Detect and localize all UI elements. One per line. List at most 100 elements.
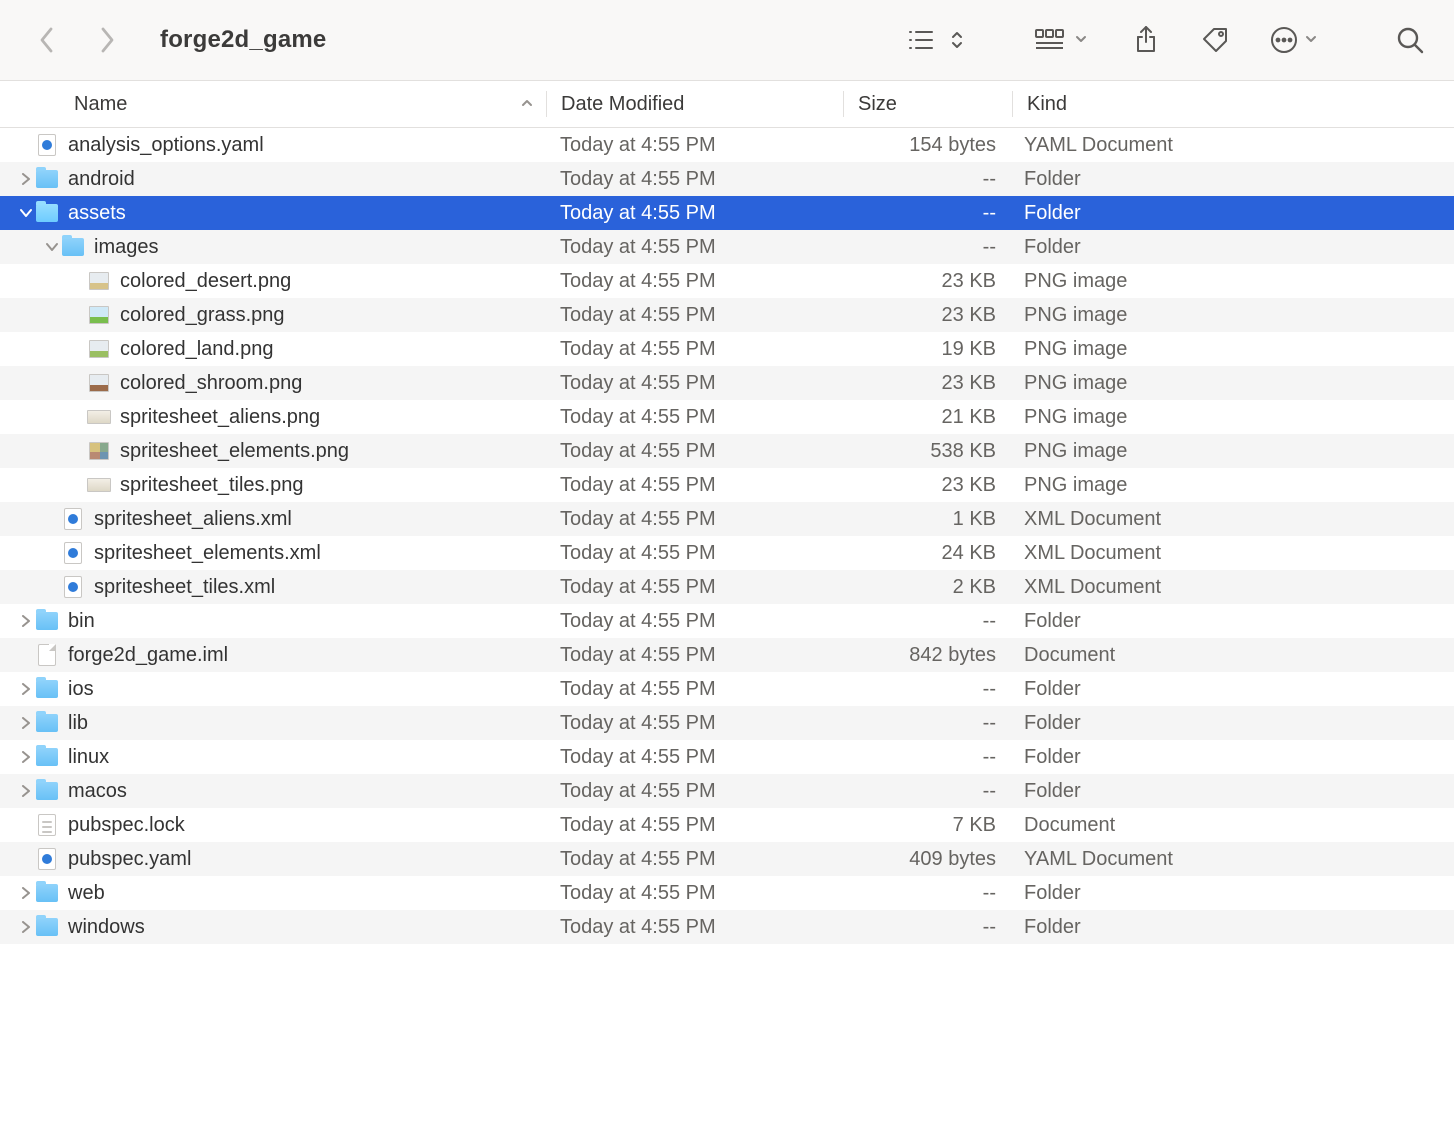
column-header-kind[interactable]: Kind	[1013, 93, 1454, 116]
toolbar: forge2d_game	[0, 0, 1454, 80]
list-item[interactable]: androidToday at 4:55 PM--Folder	[0, 162, 1454, 196]
folder-icon	[34, 609, 60, 633]
list-item[interactable]: spritesheet_tiles.xmlToday at 4:55 PM2 K…	[0, 570, 1454, 604]
list-item[interactable]: colored_grass.pngToday at 4:55 PM23 KBPN…	[0, 298, 1454, 332]
file-name: spritesheet_tiles.xml	[94, 570, 275, 604]
file-kind: PNG image	[1010, 434, 1454, 468]
folder-icon	[34, 915, 60, 939]
sort-ascending-icon	[520, 93, 534, 116]
file-size: 538 KB	[842, 434, 1010, 468]
list-item[interactable]: spritesheet_aliens.xmlToday at 4:55 PM1 …	[0, 502, 1454, 536]
column-header-date[interactable]: Date Modified	[547, 93, 843, 116]
folder-icon	[34, 779, 60, 803]
list-item[interactable]: spritesheet_elements.xmlToday at 4:55 PM…	[0, 536, 1454, 570]
window-title: forge2d_game	[160, 26, 326, 54]
file-size: --	[842, 162, 1010, 196]
column-header-name[interactable]: Name	[0, 93, 546, 116]
search-button[interactable]	[1396, 20, 1424, 60]
file-size: --	[842, 774, 1010, 808]
disclosure-triangle[interactable]	[18, 173, 34, 185]
list-item[interactable]: forge2d_game.imlToday at 4:55 PM842 byte…	[0, 638, 1454, 672]
group-by-button[interactable]	[1034, 20, 1088, 60]
list-item[interactable]: macosToday at 4:55 PM--Folder	[0, 774, 1454, 808]
file-kind: Folder	[1010, 672, 1454, 706]
list-item[interactable]: pubspec.lockToday at 4:55 PM7 KBDocument	[0, 808, 1454, 842]
settings-document-icon	[34, 133, 60, 157]
column-headers: Name Date Modified Size Kind	[0, 80, 1454, 128]
file-name: android	[68, 162, 135, 196]
folder-icon	[34, 167, 60, 191]
settings-document-icon	[60, 507, 86, 531]
date-modified: Today at 4:55 PM	[546, 298, 842, 332]
column-header-size[interactable]: Size	[844, 93, 1012, 116]
share-button[interactable]	[1132, 20, 1160, 60]
list-item[interactable]: imagesToday at 4:55 PM--Folder	[0, 230, 1454, 264]
file-size: 842 bytes	[842, 638, 1010, 672]
list-item[interactable]: binToday at 4:55 PM--Folder	[0, 604, 1454, 638]
file-name: spritesheet_tiles.png	[120, 468, 303, 502]
image-file-icon	[86, 371, 112, 395]
file-name: analysis_options.yaml	[68, 128, 264, 162]
file-name: linux	[68, 740, 109, 774]
text-document-icon	[34, 813, 60, 837]
image-file-icon	[86, 405, 112, 429]
folder-icon	[34, 881, 60, 905]
list-item[interactable]: colored_desert.pngToday at 4:55 PM23 KBP…	[0, 264, 1454, 298]
date-modified: Today at 4:55 PM	[546, 502, 842, 536]
date-modified: Today at 4:55 PM	[546, 196, 842, 230]
folder-icon	[34, 677, 60, 701]
list-item[interactable]: analysis_options.yamlToday at 4:55 PM154…	[0, 128, 1454, 162]
date-modified: Today at 4:55 PM	[546, 808, 842, 842]
date-modified: Today at 4:55 PM	[546, 468, 842, 502]
list-item[interactable]: colored_land.pngToday at 4:55 PM19 KBPNG…	[0, 332, 1454, 366]
list-item[interactable]: windowsToday at 4:55 PM--Folder	[0, 910, 1454, 944]
date-modified: Today at 4:55 PM	[546, 910, 842, 944]
disclosure-triangle[interactable]	[18, 615, 34, 627]
file-size: 7 KB	[842, 808, 1010, 842]
date-modified: Today at 4:55 PM	[546, 366, 842, 400]
date-modified: Today at 4:55 PM	[546, 876, 842, 910]
list-item[interactable]: iosToday at 4:55 PM--Folder	[0, 672, 1454, 706]
folder-icon	[34, 711, 60, 735]
list-item[interactable]: webToday at 4:55 PM--Folder	[0, 876, 1454, 910]
file-size: 21 KB	[842, 400, 1010, 434]
list-item[interactable]: spritesheet_elements.pngToday at 4:55 PM…	[0, 434, 1454, 468]
file-kind: Folder	[1010, 604, 1454, 638]
file-size: --	[842, 910, 1010, 944]
list-item[interactable]: spritesheet_tiles.png Today at 4:55 PM23 …	[0, 468, 1454, 502]
tags-button[interactable]	[1200, 20, 1230, 60]
disclosure-triangle[interactable]	[18, 683, 34, 695]
chevron-down-icon	[1074, 29, 1088, 52]
file-kind: XML Document	[1010, 502, 1454, 536]
list-item[interactable]: spritesheet_aliens.pngToday at 4:55 PM21…	[0, 400, 1454, 434]
settings-document-icon	[60, 575, 86, 599]
file-size: 1 KB	[842, 502, 1010, 536]
list-item[interactable]: pubspec.yamlToday at 4:55 PM409 bytesYAM…	[0, 842, 1454, 876]
file-kind: YAML Document	[1010, 842, 1454, 876]
file-kind: Folder	[1010, 910, 1454, 944]
disclosure-triangle[interactable]	[18, 921, 34, 933]
file-kind: Folder	[1010, 230, 1454, 264]
disclosure-triangle[interactable]	[18, 887, 34, 899]
action-menu-button[interactable]	[1270, 20, 1318, 60]
view-as-list-button[interactable]	[908, 20, 964, 60]
disclosure-triangle[interactable]	[18, 717, 34, 729]
file-name: images	[94, 230, 158, 264]
list-item[interactable]: libToday at 4:55 PM--Folder	[0, 706, 1454, 740]
back-button[interactable]	[36, 23, 58, 57]
forward-button[interactable]	[96, 23, 118, 57]
disclosure-triangle[interactable]	[18, 785, 34, 797]
file-size: 23 KB	[842, 468, 1010, 502]
file-kind: PNG image	[1010, 366, 1454, 400]
date-modified: Today at 4:55 PM	[546, 434, 842, 468]
list-item[interactable]: linuxToday at 4:55 PM--Folder	[0, 740, 1454, 774]
file-size: --	[842, 230, 1010, 264]
list-item[interactable]: assetsToday at 4:55 PM--Folder	[0, 196, 1454, 230]
list-item[interactable]: colored_shroom.pngToday at 4:55 PM23 KBP…	[0, 366, 1454, 400]
disclosure-triangle[interactable]	[18, 208, 34, 218]
file-name: bin	[68, 604, 95, 638]
file-size: --	[842, 196, 1010, 230]
disclosure-triangle[interactable]	[18, 751, 34, 763]
disclosure-triangle[interactable]	[44, 242, 60, 252]
file-name: ios	[68, 672, 94, 706]
